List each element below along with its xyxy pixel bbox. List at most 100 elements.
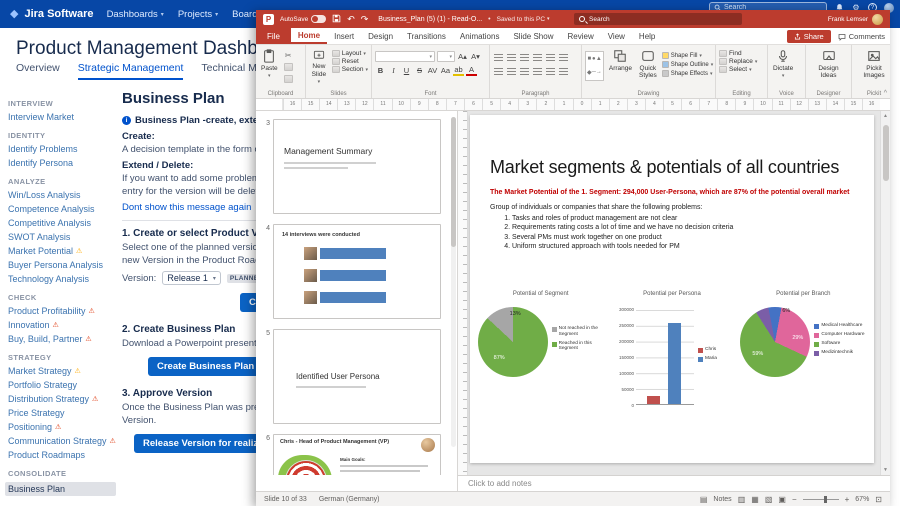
- ribbon-tab-home[interactable]: Home: [291, 28, 327, 44]
- normal-view-icon[interactable]: ▥: [738, 495, 746, 504]
- sidebar-item-technology-analysis[interactable]: Technology Analysis: [8, 274, 116, 284]
- sidebar-item-price-strategy[interactable]: Price Strategy: [8, 408, 116, 418]
- notes-toggle-icon[interactable]: ▤: [700, 495, 708, 504]
- character-spacing-icon[interactable]: AV: [427, 65, 438, 76]
- sidebar-item-product-roadmaps[interactable]: Product Roadmaps: [8, 450, 116, 460]
- slide-scrollbar[interactable]: ▲ ▼: [880, 111, 890, 475]
- highlight-color-button[interactable]: ab: [453, 65, 464, 76]
- reading-view-icon[interactable]: ▧: [765, 495, 773, 504]
- section-button[interactable]: Section▾: [332, 66, 368, 73]
- quick-styles-button[interactable]: Quick Styles: [637, 48, 659, 87]
- sidebar-item-portfolio-strategy[interactable]: Portfolio Strategy: [8, 380, 116, 390]
- sidebar-item-product-profitability[interactable]: Product Profitability⚠: [8, 306, 116, 316]
- ribbon-tab-animations[interactable]: Animations: [453, 28, 507, 44]
- sidebar-item-positioning[interactable]: Positioning⚠: [8, 422, 116, 432]
- sidebar-item-interview-market[interactable]: Interview Market: [8, 112, 116, 122]
- change-case-icon[interactable]: Aa: [440, 65, 451, 76]
- dictate-button[interactable]: Dictate ▾: [771, 48, 795, 87]
- slide-thumbnail-3[interactable]: Management Summary: [273, 119, 441, 214]
- autosave-toggle[interactable]: [311, 15, 326, 23]
- align-center-icon[interactable]: [506, 65, 517, 76]
- zoom-in-icon[interactable]: +: [845, 495, 850, 504]
- language-indicator[interactable]: German (Germany): [319, 496, 380, 503]
- shrink-font-icon[interactable]: A▾: [470, 51, 481, 62]
- shape-effects-button[interactable]: Shape Effects▾: [662, 70, 714, 77]
- paste-button[interactable]: Paste ▾: [259, 48, 280, 87]
- select-button[interactable]: Select▾: [719, 66, 757, 73]
- slide-sorter-view-icon[interactable]: ▦: [751, 495, 759, 504]
- notes-pane[interactable]: Click to add notes: [458, 475, 890, 491]
- underline-button[interactable]: U: [401, 65, 412, 76]
- account-info[interactable]: Frank Lemser: [828, 14, 883, 25]
- slideshow-view-icon[interactable]: ▣: [778, 495, 786, 504]
- line-spacing-icon[interactable]: [545, 51, 556, 62]
- fit-slide-icon[interactable]: ⊡: [875, 495, 882, 504]
- zoom-percentage[interactable]: 67%: [855, 496, 869, 503]
- share-button[interactable]: Share: [787, 30, 831, 43]
- reset-button[interactable]: Reset: [332, 58, 368, 65]
- new-slide-button[interactable]: New Slide ▾: [309, 48, 329, 87]
- bold-button[interactable]: B: [375, 65, 386, 76]
- format-painter-icon[interactable]: [284, 75, 293, 83]
- ribbon-tab-help[interactable]: Help: [632, 28, 662, 44]
- ribbon-tab-review[interactable]: Review: [560, 28, 600, 44]
- align-left-icon[interactable]: [493, 65, 504, 76]
- arrange-button[interactable]: Arrange: [607, 48, 634, 87]
- slide-thumbnail-6[interactable]: Chris - Head of Product Management (VP) …: [273, 434, 441, 475]
- autosave-control[interactable]: AutoSave: [280, 15, 326, 23]
- ppt-search-box[interactable]: Search: [574, 13, 742, 25]
- redo-icon[interactable]: ↷: [361, 15, 369, 24]
- nav-menu-projects[interactable]: Projects▾: [178, 9, 218, 20]
- notes-toggle-label[interactable]: Notes: [713, 496, 731, 503]
- nav-menu-dashboards[interactable]: Dashboards▾: [107, 9, 164, 20]
- ribbon-tab-transitions[interactable]: Transitions: [400, 28, 453, 44]
- grow-font-icon[interactable]: A▴: [457, 51, 468, 62]
- font-size-select[interactable]: ▾: [437, 51, 455, 62]
- ribbon-tab-view[interactable]: View: [601, 28, 632, 44]
- scroll-down-icon[interactable]: ▼: [881, 465, 890, 475]
- scroll-up-icon[interactable]: ▲: [881, 111, 890, 121]
- shape-fill-button[interactable]: Shape Fill▾: [662, 52, 714, 59]
- font-name-select[interactable]: ▾: [375, 51, 435, 62]
- comments-button[interactable]: Comments: [838, 32, 885, 41]
- pickit-button[interactable]: Pickit Images: [855, 48, 893, 87]
- sidebar-item-distribution-strategy[interactable]: Distribution Strategy⚠: [8, 394, 116, 404]
- ribbon-tab-insert[interactable]: Insert: [327, 28, 361, 44]
- zoom-slider[interactable]: [803, 499, 839, 500]
- font-color-button[interactable]: A: [466, 65, 477, 76]
- ribbon-tab-design[interactable]: Design: [361, 28, 400, 44]
- cut-icon[interactable]: ✂: [283, 50, 294, 60]
- jira-brand[interactable]: Jira Software: [24, 8, 93, 20]
- sidebar-item-business-plan[interactable]: Business Plan: [5, 482, 116, 496]
- save-location[interactable]: Saved to this PC ▾: [497, 16, 550, 23]
- text-direction-icon[interactable]: [558, 51, 569, 62]
- find-button[interactable]: Find: [719, 50, 757, 57]
- sidebar-item-swot-analysis[interactable]: SWOT Analysis: [8, 232, 116, 242]
- save-icon[interactable]: [332, 14, 341, 25]
- sidebar-item-market-strategy[interactable]: Market Strategy⚠: [8, 366, 116, 376]
- decrease-indent-icon[interactable]: [519, 51, 530, 62]
- strikethrough-button[interactable]: S: [414, 65, 425, 76]
- smartart-convert-icon[interactable]: [558, 65, 569, 76]
- sidebar-item-identify-problems[interactable]: Identify Problems: [8, 144, 116, 154]
- shapes-gallery[interactable]: ■●▲ ◆─→: [585, 51, 604, 81]
- numbered-list-icon[interactable]: [506, 51, 517, 62]
- slide-thumbnail-4[interactable]: 14 interviews were conducted: [273, 224, 441, 319]
- replace-button[interactable]: Replace▾: [719, 58, 757, 65]
- layout-button[interactable]: Layout▾: [332, 50, 368, 57]
- justify-icon[interactable]: [532, 65, 543, 76]
- shape-outline-button[interactable]: Shape Outline▾: [662, 61, 714, 68]
- slide-thumbnail-5[interactable]: Identified User Persona: [273, 329, 441, 424]
- vertical-ruler[interactable]: [458, 111, 468, 475]
- collapse-ribbon-icon[interactable]: ^: [884, 90, 887, 97]
- ribbon-tab-file[interactable]: File: [256, 28, 291, 44]
- design-ideas-button[interactable]: Design Ideas: [809, 48, 848, 87]
- columns-icon[interactable]: [545, 65, 556, 76]
- tab-overview[interactable]: Overview: [16, 62, 60, 80]
- increase-indent-icon[interactable]: [532, 51, 543, 62]
- horizontal-ruler[interactable]: 1615141312111098765432101234567891011121…: [282, 99, 880, 110]
- sidebar-item-innovation[interactable]: Innovation⚠: [8, 320, 116, 330]
- bullet-list-icon[interactable]: [493, 51, 504, 62]
- italic-button[interactable]: I: [388, 65, 399, 76]
- copy-icon[interactable]: [284, 63, 293, 71]
